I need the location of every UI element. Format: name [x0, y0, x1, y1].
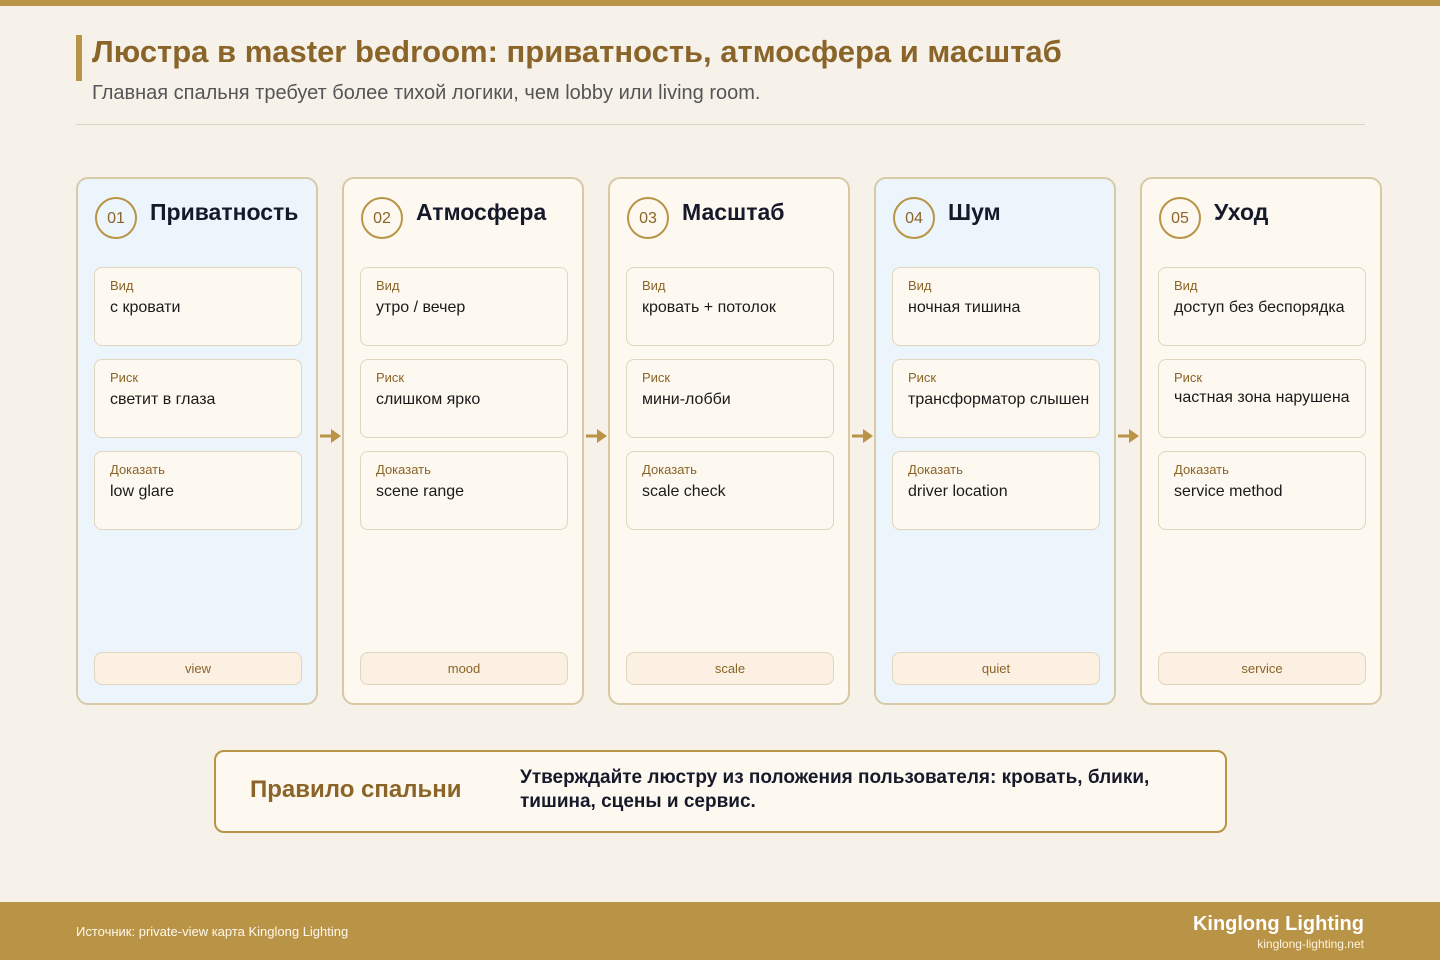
- arrow-right-icon: [586, 429, 607, 443]
- field-value: слишком ярко: [376, 391, 481, 408]
- field-view: Вид доступ без беспорядка: [1158, 267, 1366, 346]
- top-accent-bar: [0, 0, 1440, 6]
- card-atmosphere: 02 Атмосфера Вид утро / вечер Риск слишк…: [342, 177, 584, 705]
- card-title: Атмосфера: [416, 199, 547, 225]
- field-label: Доказать: [110, 462, 165, 477]
- rule-text: Утверждайте люстру из положения пользова…: [520, 767, 1150, 812]
- footer: Источник: private-view карта Kinglong Li…: [0, 902, 1440, 960]
- page-subtitle: Главная спальня требует более тихой логи…: [92, 82, 761, 104]
- field-value: частная зона нарушена: [1174, 389, 1350, 406]
- field-label: Вид: [908, 278, 932, 293]
- footer-source: Источник: private-view карта Kinglong Li…: [76, 924, 349, 939]
- card-privacy: 01 Приватность Вид с кровати Риск светит…: [76, 177, 318, 705]
- field-value: доступ без беспорядка: [1174, 299, 1345, 316]
- card-tag: view: [94, 652, 302, 685]
- page-title: Люстра в master bedroom: приватность, ат…: [92, 34, 1062, 69]
- field-prove: Доказать scale check: [626, 451, 834, 530]
- field-value: scene range: [376, 483, 465, 500]
- field-prove: Доказать service method: [1158, 451, 1366, 530]
- field-prove: Доказать low glare: [94, 451, 302, 530]
- field-label: Доказать: [1174, 462, 1229, 477]
- field-value: утро / вечер: [376, 299, 466, 316]
- field-label: Риск: [908, 370, 937, 385]
- card-tag: quiet: [892, 652, 1100, 685]
- arrow-right-icon: [320, 429, 341, 443]
- field-label: Вид: [642, 278, 666, 293]
- card-number-badge: 02: [361, 197, 403, 239]
- rule-title: Правило спальни: [250, 776, 462, 803]
- card-noise: 04 Шум Вид ночная тишина Риск трансформа…: [874, 177, 1116, 705]
- field-prove: Доказать driver location: [892, 451, 1100, 530]
- card-scale: 03 Масштаб Вид кровать + потолок Риск ми…: [608, 177, 850, 705]
- field-label: Доказать: [642, 462, 697, 477]
- field-risk: Риск слишком ярко: [360, 359, 568, 438]
- arrow-right-icon: [852, 429, 873, 443]
- footer-site-link[interactable]: kinglong-lighting.net: [1257, 937, 1364, 951]
- card-care: 05 Уход Вид доступ без беспорядка Риск ч…: [1140, 177, 1382, 705]
- card-title: Масштаб: [682, 199, 785, 225]
- card-tag: service: [1158, 652, 1366, 685]
- card-tag: mood: [360, 652, 568, 685]
- field-risk: Риск частная зона нарушена: [1158, 359, 1366, 438]
- field-label: Риск: [642, 370, 671, 385]
- header-divider: [76, 124, 1365, 125]
- field-risk: Риск светит в глаза: [94, 359, 302, 438]
- title-accent-bar: [76, 35, 82, 81]
- bedroom-rule-box: Правило спальни Утверждайте люстру из по…: [214, 750, 1227, 833]
- field-value: service method: [1174, 483, 1283, 500]
- card-tag: scale: [626, 652, 834, 685]
- field-value: кровать + потолок: [642, 299, 776, 316]
- card-number-badge: 04: [893, 197, 935, 239]
- field-label: Вид: [376, 278, 400, 293]
- field-value: трансформатор слышен: [908, 391, 1090, 408]
- field-label: Доказать: [908, 462, 963, 477]
- field-value: мини-лобби: [642, 391, 731, 408]
- field-view: Вид утро / вечер: [360, 267, 568, 346]
- card-number-badge: 01: [95, 197, 137, 239]
- field-label: Вид: [1174, 278, 1198, 293]
- field-value: светит в глаза: [110, 391, 216, 408]
- field-label: Риск: [110, 370, 139, 385]
- field-value: low glare: [110, 483, 175, 500]
- field-label: Риск: [376, 370, 405, 385]
- card-title: Шум: [948, 199, 1001, 225]
- field-value: с кровати: [110, 299, 181, 316]
- field-prove: Доказать scene range: [360, 451, 568, 530]
- field-view: Вид ночная тишина: [892, 267, 1100, 346]
- field-view: Вид с кровати: [94, 267, 302, 346]
- field-label: Вид: [110, 278, 134, 293]
- field-view: Вид кровать + потолок: [626, 267, 834, 346]
- field-value: ночная тишина: [908, 299, 1021, 316]
- field-risk: Риск мини-лобби: [626, 359, 834, 438]
- field-label: Риск: [1174, 370, 1203, 385]
- arrow-right-icon: [1118, 429, 1139, 443]
- field-label: Доказать: [376, 462, 431, 477]
- field-value: driver location: [908, 483, 1008, 500]
- field-risk: Риск трансформатор слышен: [892, 359, 1100, 438]
- card-title: Приватность: [150, 199, 299, 225]
- field-value: scale check: [642, 483, 726, 500]
- footer-brand: Kinglong Lighting: [1192, 913, 1364, 935]
- card-number-badge: 05: [1159, 197, 1201, 239]
- card-number-badge: 03: [627, 197, 669, 239]
- card-title: Уход: [1214, 199, 1269, 225]
